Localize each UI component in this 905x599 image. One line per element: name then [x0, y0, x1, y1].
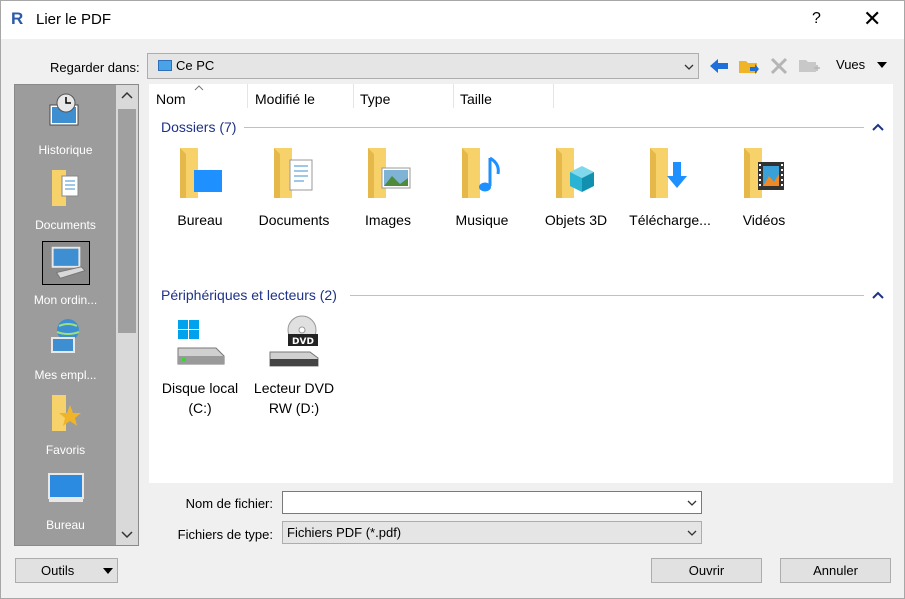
documents-folder-icon	[274, 148, 313, 198]
desktop-folder-icon	[180, 148, 222, 198]
group-title-folders[interactable]: Dossiers (7)	[161, 119, 236, 135]
arrow-left-icon[interactable]	[707, 54, 731, 78]
history-icon	[49, 93, 79, 126]
close-button[interactable]: ✕	[863, 6, 881, 32]
file-list[interactable]: Nom Modifié le Type Taille Dossiers (7)	[149, 84, 893, 483]
scroll-down-icon[interactable]	[116, 523, 138, 545]
place-favorites[interactable]: Favoris	[15, 389, 116, 461]
place-documents[interactable]: Documents	[15, 164, 116, 236]
item-label: Télécharge...	[629, 212, 711, 228]
scroll-thumb[interactable]	[118, 109, 136, 333]
item-label: Disque local (C:)	[161, 380, 239, 416]
item-label: Bureau	[177, 212, 223, 228]
place-my-computer[interactable]: Mon ordin...	[15, 239, 116, 311]
places-bar: Historique Documents Mon ordin... Mes em…	[14, 84, 139, 546]
music-folder-icon	[462, 148, 500, 198]
favorites-icon	[52, 395, 81, 431]
filename-label: Nom de fichier:	[185, 496, 273, 511]
svg-text:DVD: DVD	[292, 337, 314, 347]
chevron-down-icon[interactable]	[686, 497, 698, 509]
chevron-down-icon[interactable]	[686, 527, 698, 539]
places-list: Historique Documents Mon ordin... Mes em…	[15, 85, 116, 545]
collapse-icon[interactable]	[872, 291, 884, 299]
column-header-type[interactable]: Type	[354, 87, 453, 111]
open-button[interactable]: Ouvrir	[651, 558, 762, 583]
revit-app-icon: R	[11, 9, 24, 28]
videos-folder-icon	[744, 148, 784, 198]
pictures-folder-icon	[368, 148, 411, 198]
group-title-drives[interactable]: Périphériques et lecteurs (2)	[161, 287, 337, 303]
filetype-select[interactable]: Fichiers PDF (*.pdf)	[282, 521, 702, 544]
column-separator	[553, 84, 554, 108]
dialog-window: R Lier le PDF ? ✕ Regarder dans: Ce PC V…	[0, 0, 905, 599]
place-label: Favoris	[45, 443, 86, 457]
desktop-icon	[48, 473, 84, 502]
help-button[interactable]: ?	[812, 10, 821, 28]
window-title: Lier le PDF	[36, 11, 112, 28]
sort-up-icon	[194, 85, 204, 91]
collapse-icon[interactable]	[872, 123, 884, 131]
item-label: Vidéos	[742, 212, 786, 228]
scroll-up-icon[interactable]	[116, 85, 138, 107]
caret-down-icon[interactable]	[877, 62, 887, 68]
item-label: Images	[365, 212, 411, 228]
lookin-label: Regarder dans:	[50, 60, 140, 75]
place-label: Historique	[38, 143, 93, 157]
place-label: Mes empl...	[34, 368, 97, 382]
cancel-button[interactable]: Annuler	[780, 558, 891, 583]
views-menu[interactable]: Vues	[836, 57, 865, 72]
new-folder-icon[interactable]	[797, 54, 821, 78]
group-divider	[350, 295, 864, 296]
place-label: Documents	[35, 218, 96, 232]
column-header-size[interactable]: Taille	[454, 87, 553, 111]
folder-up-icon[interactable]	[737, 54, 761, 78]
computer-icon	[42, 241, 90, 285]
item-label: Musique	[455, 212, 509, 228]
column-header-modified[interactable]: Modifié le	[248, 87, 353, 111]
place-label: Mon ordin...	[33, 293, 98, 307]
chevron-down-icon	[684, 64, 694, 70]
filetype-label: Fichiers de type:	[177, 527, 273, 542]
caret-down-icon[interactable]	[103, 568, 113, 574]
delete-icon[interactable]	[767, 54, 791, 78]
title-bar: R Lier le PDF ? ✕	[1, 1, 904, 39]
place-desktop[interactable]: Bureau	[15, 464, 116, 536]
place-label: Bureau	[46, 518, 85, 532]
dvd-drive-icon: DVD	[269, 315, 319, 367]
tools-button[interactable]: Outils	[15, 558, 118, 583]
item-label: Documents	[258, 212, 330, 228]
this-pc-icon	[158, 60, 172, 71]
places-scrollbar[interactable]	[116, 85, 138, 545]
downloads-folder-icon	[650, 148, 687, 198]
place-network[interactable]: Mes empl...	[15, 314, 116, 386]
item-label: Objets 3D	[544, 212, 608, 228]
filetype-value: Fichiers PDF (*.pdf)	[287, 525, 402, 540]
place-history[interactable]: Historique	[15, 89, 116, 161]
3d-objects-folder-icon	[556, 148, 594, 198]
network-globe-icon	[51, 319, 80, 353]
column-header-name[interactable]: Nom	[149, 85, 247, 111]
group-divider	[244, 127, 864, 128]
lookin-combo[interactable]: Ce PC	[147, 53, 699, 79]
item-label: Lecteur DVD RW (D:)	[253, 380, 335, 416]
filename-input[interactable]	[282, 491, 702, 514]
lookin-value: Ce PC	[176, 58, 215, 73]
documents-folder-icon	[52, 170, 79, 206]
local-disk-icon	[177, 320, 225, 365]
